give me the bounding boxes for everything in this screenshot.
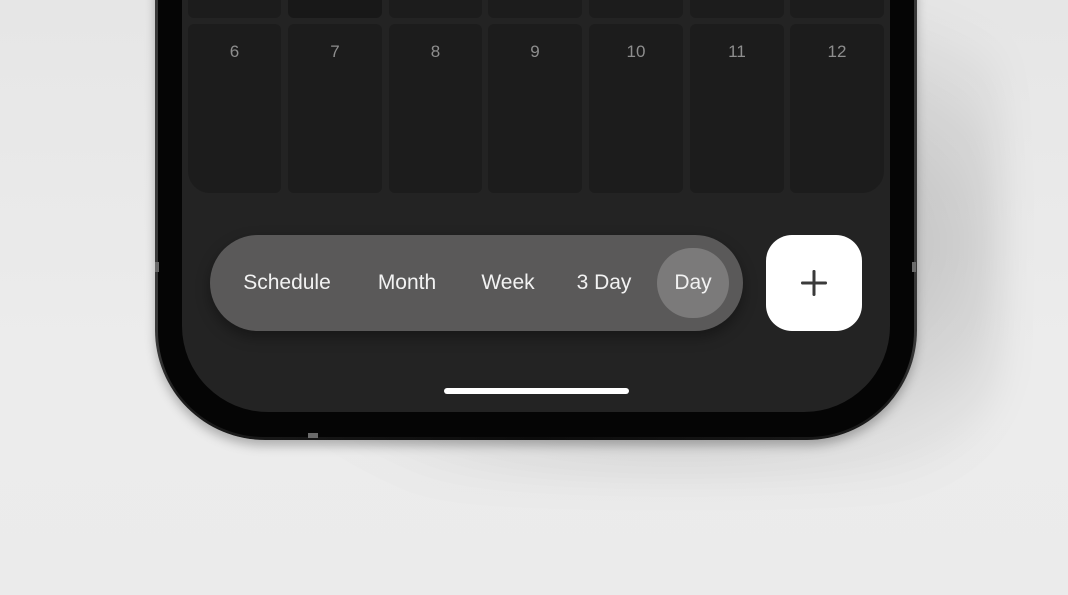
calendar-cell-prev[interactable]: [288, 0, 382, 18]
view-option-3-day[interactable]: 3 Day: [562, 261, 646, 305]
calendar-day-cell[interactable]: 12: [790, 24, 884, 193]
calendar-cell-prev[interactable]: [790, 0, 884, 18]
calendar-cell-prev[interactable]: [690, 0, 784, 18]
home-indicator[interactable]: [444, 388, 629, 394]
day-number: 8: [430, 42, 441, 61]
calendar-day-cell[interactable]: 6: [188, 24, 281, 193]
view-option-schedule[interactable]: Schedule: [228, 261, 346, 305]
day-number: 9: [530, 42, 540, 61]
calendar-cell-prev[interactable]: [188, 0, 281, 18]
day-number: 11: [728, 42, 746, 61]
calendar-day-cell[interactable]: 8: [389, 24, 482, 193]
calendar-cell-prev[interactable]: [589, 0, 683, 18]
add-event-button[interactable]: [766, 235, 862, 331]
stage: 6 7 8 9 10 11 12 Schedule Month Week 3 D…: [0, 0, 1068, 595]
side-button-right: [912, 262, 916, 272]
day-number: 10: [626, 42, 646, 61]
frame-antenna-band: [308, 433, 318, 438]
calendar-day-cell[interactable]: 9: [488, 24, 582, 193]
calendar-day-cell[interactable]: 7: [288, 24, 382, 193]
view-option-month[interactable]: Month: [362, 261, 452, 305]
calendar-cell-prev[interactable]: [389, 0, 482, 18]
phone-screen: 6 7 8 9 10 11 12 Schedule Month Week 3 D…: [182, 0, 890, 412]
day-number: 12: [827, 42, 847, 61]
view-option-week[interactable]: Week: [468, 261, 548, 305]
view-switcher: Schedule Month Week 3 Day Day: [210, 235, 743, 331]
side-button-left: [155, 262, 159, 272]
day-number: 7: [330, 42, 340, 61]
plus-icon: [801, 270, 827, 296]
view-option-day[interactable]: Day: [657, 248, 729, 318]
day-number: 6: [229, 42, 240, 61]
calendar-day-cell[interactable]: 11: [690, 24, 784, 193]
calendar-day-cell[interactable]: 10: [589, 24, 683, 193]
calendar-cell-prev[interactable]: [488, 0, 582, 18]
